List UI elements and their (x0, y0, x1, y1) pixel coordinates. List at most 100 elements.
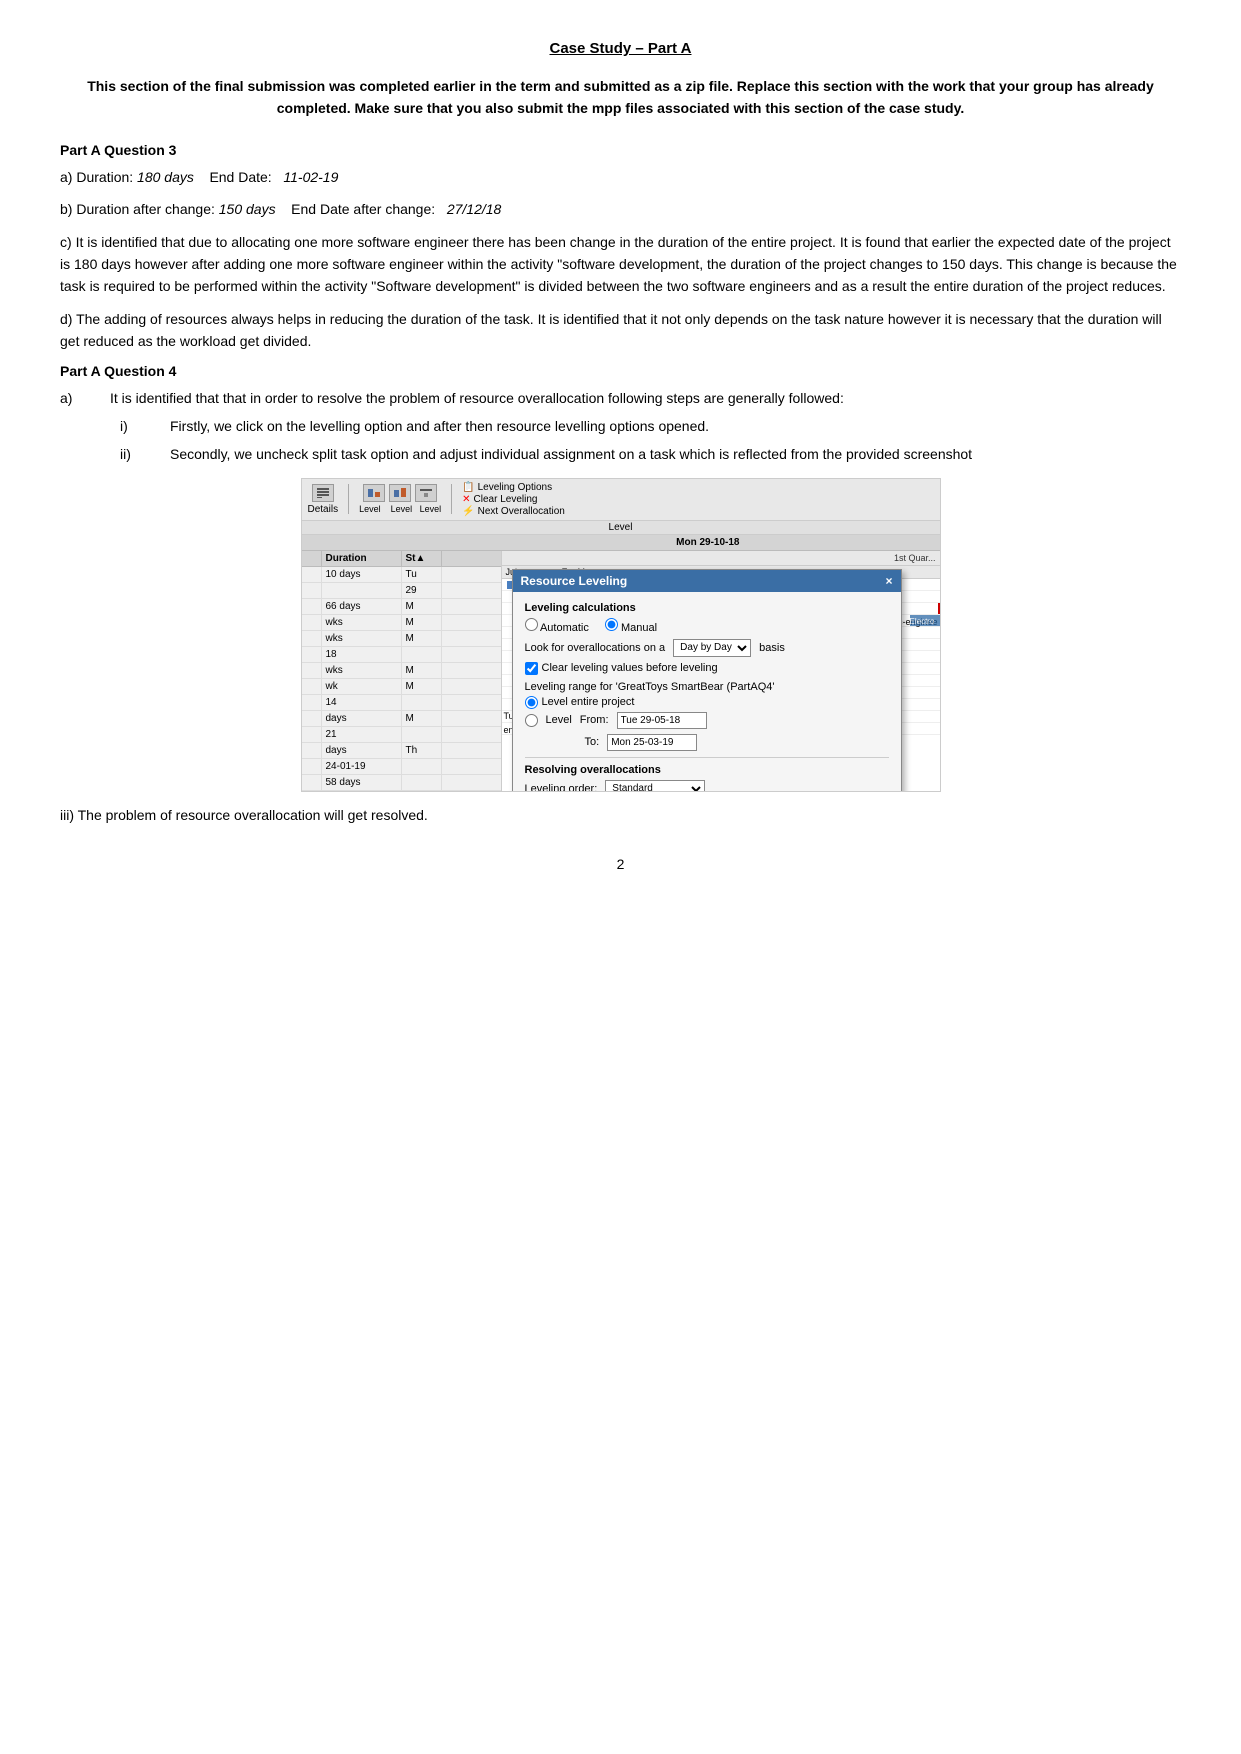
q3-d-label: d) (60, 311, 72, 327)
clear-leveling-checkbox-row: Clear leveling values before leveling (525, 662, 889, 675)
intro-text: This section of the final submission was… (60, 75, 1181, 120)
clear-leveling-values-label: Clear leveling values before leveling (542, 662, 718, 674)
level-label: Level (546, 714, 572, 726)
level-icon3[interactable] (415, 484, 437, 502)
to-label: To: (585, 736, 600, 748)
table-row-sub4: 21 (302, 727, 501, 743)
level-icon2[interactable] (389, 484, 411, 502)
table-header: Duration St▲ (302, 551, 501, 567)
leveling-order-select[interactable]: Standard (605, 780, 705, 791)
dialog-title-bar: Resource Leveling × (513, 570, 901, 592)
level-selection-labels: Level Level Level (359, 504, 441, 514)
level-icons (363, 484, 437, 502)
gantt-date-header: Mon 29-10-18 (302, 535, 940, 551)
dialog-body: Leveling calculations Automatic Manual (513, 592, 901, 791)
table-row-sub3: 14 (302, 695, 501, 711)
details-group: Details (308, 484, 339, 515)
q4-heading: Part A Question 4 (60, 363, 1181, 379)
level-selection-group: Level Level Level (359, 484, 441, 514)
automatic-radio-label[interactable]: Automatic (525, 618, 589, 634)
gantt-marker-right (938, 603, 940, 614)
details-icon[interactable] (312, 484, 334, 502)
look-for-label: Look for overallocations on a (525, 642, 666, 654)
leveling-order-label: Leveling order: (525, 783, 598, 791)
clear-leveling-label[interactable]: Clear Leveling (474, 494, 538, 505)
q3-b-end-label: End Date after change: (291, 201, 435, 217)
details-label: Details (308, 504, 339, 515)
day-by-day-select[interactable]: Day by Day (673, 639, 751, 657)
q3-b-label: b) (60, 201, 72, 217)
level-entire-label: Level entire project (542, 696, 635, 708)
level-icon1[interactable] (363, 484, 385, 502)
table-row-3: wks M (302, 615, 501, 631)
q3-d: d) The adding of resources always helps … (60, 308, 1181, 353)
table-row-7: days M (302, 711, 501, 727)
dialog-close-btn[interactable]: × (885, 574, 892, 588)
gantt-quarter: 1st Quar... (502, 551, 940, 566)
leveling-mode-radios: Automatic Manual (525, 618, 889, 634)
table-row-sub2: 18 (302, 647, 501, 663)
q3-heading: Part A Question 3 (60, 142, 1181, 158)
next-overalloc-label[interactable]: Next Overallocation (478, 506, 565, 517)
th-duration: Duration (322, 551, 402, 566)
overalloc-row: Look for overallocations on a Day by Day… (525, 639, 889, 657)
table-row-2: 66 days M (302, 599, 501, 615)
q3-a: a) Duration: 180 days End Date: 11-02-19 (60, 166, 1181, 188)
q3-c: c) It is identified that due to allocati… (60, 231, 1181, 298)
q4-steps: i) Firstly, we click on the levelling op… (120, 415, 1181, 466)
table-row-sub1: 29 (302, 583, 501, 599)
sep2 (451, 484, 452, 514)
basis-label: basis (759, 642, 785, 654)
electro-bar: Electro (910, 615, 940, 626)
q4-a-label: a) (60, 387, 110, 409)
details-icons (312, 484, 334, 502)
level-entire-row: Level entire project (525, 696, 889, 709)
manual-radio[interactable] (605, 618, 618, 631)
level-entire-radio[interactable] (525, 696, 538, 709)
level-range-radio[interactable] (525, 714, 538, 727)
content-area: Duration St▲ 10 days Tu 29 66 days M (302, 551, 940, 791)
automatic-radio[interactable] (525, 618, 538, 631)
th-id (302, 551, 322, 566)
next-overalloc-icon: ⚡ (462, 506, 474, 517)
sep1 (348, 484, 349, 514)
manual-radio-label[interactable]: Manual (605, 618, 657, 634)
q4-a-text: It is identified that that in order to r… (110, 387, 1181, 409)
leveling-order-row: Leveling order: Standard (525, 780, 889, 791)
clear-leveling-checkbox[interactable] (525, 662, 538, 675)
manual-label: Manual (621, 622, 657, 634)
leveling-options-group: 📋 Leveling Options ✕ Clear Leveling ⚡ Ne… (462, 482, 565, 517)
gantt-date: Mon 29-10-18 (676, 537, 739, 548)
q3-c-text: It is identified that due to allocating … (60, 234, 1177, 295)
q3-a-duration: 180 days (137, 169, 194, 185)
q3-b: b) Duration after change: 150 days End D… (60, 198, 1181, 220)
q3-a-end-date: 11-02-19 (283, 169, 338, 185)
q3-a-end-label: End Date: (209, 169, 271, 185)
table-left: Duration St▲ 10 days Tu 29 66 days M (302, 551, 502, 791)
q4-step-ii: ii) Secondly, we uncheck split task opti… (120, 443, 1181, 465)
q4-step-ii-label: ii) (120, 443, 170, 465)
level-subtoolbar-label: Level (609, 522, 633, 533)
q3-a-text: Duration: (76, 169, 133, 185)
table-row-8: days Th (302, 743, 501, 759)
q3-b-duration: 150 days (219, 201, 276, 217)
screenshot: Details Level Level Level 📋 (301, 478, 941, 792)
dialog-title-text: Resource Leveling (521, 574, 628, 588)
q3-c-label: c) (60, 234, 72, 250)
q3-b-text: Duration after change: (76, 201, 215, 217)
gantt-area: 1st Quar... July E M onic-enginee Electr… (502, 551, 940, 791)
page-title: Case Study – Part A (60, 40, 1181, 57)
leveling-options-icon: 📋 (462, 482, 474, 493)
leveling-options-label[interactable]: Leveling Options (478, 482, 553, 493)
q3-a-label: a) (60, 169, 72, 185)
table-row-date: 24-01-19 (302, 759, 501, 775)
toolbar: Details Level Level Level 📋 (302, 479, 940, 521)
clear-leveling-icon: ✕ (462, 494, 470, 505)
level-to-row: To: (525, 734, 889, 751)
level-range-row: Level From: (525, 712, 889, 729)
from-input[interactable] (617, 712, 707, 729)
q3-d-text: The adding of resources always helps in … (60, 311, 1162, 349)
to-input[interactable] (607, 734, 697, 751)
th-start: St▲ (402, 551, 442, 566)
table-row-6: wk M (302, 679, 501, 695)
